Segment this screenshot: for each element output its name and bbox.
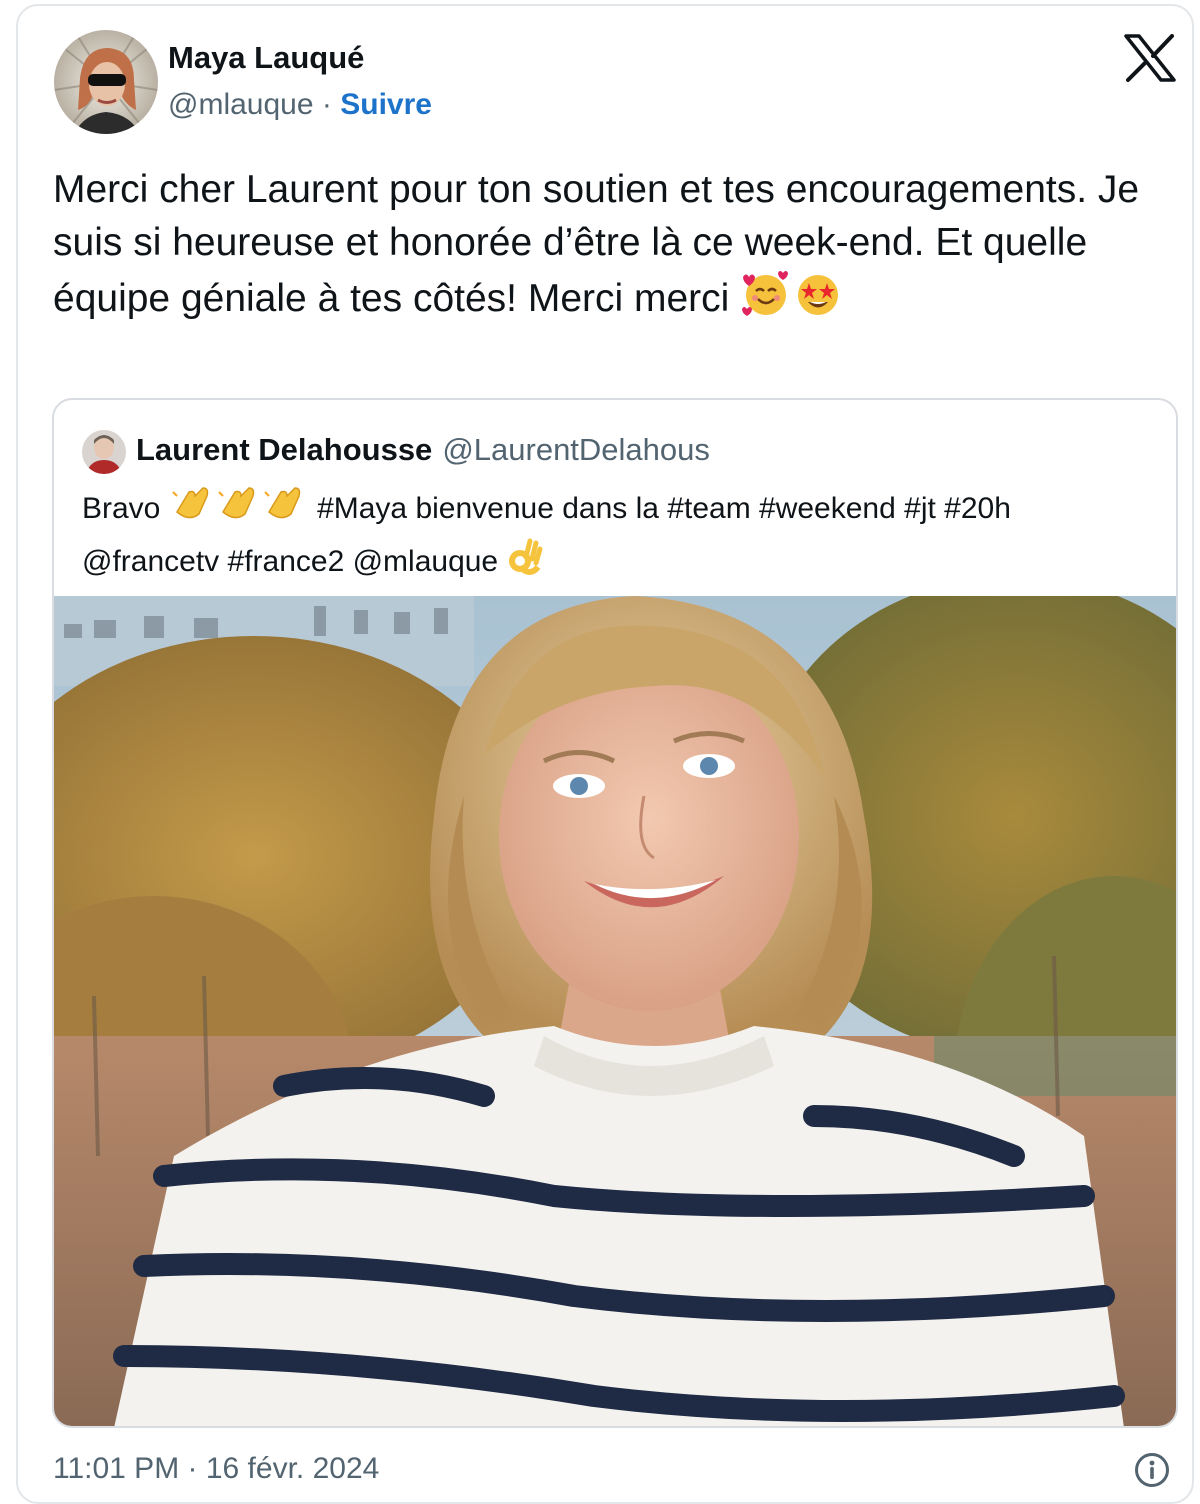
ok-hand-icon bbox=[506, 537, 544, 590]
clapping-hands-icon bbox=[169, 484, 309, 537]
timestamp[interactable]: 11:01 PM · 16 févr. 2024 bbox=[53, 1452, 379, 1486]
author-handle-row: @mlauque · Suivre bbox=[168, 88, 432, 122]
quoted-author-row: Laurent Delahousse @LaurentDelahous bbox=[136, 432, 710, 468]
quoted-author-handle[interactable]: @LaurentDelahous bbox=[442, 432, 710, 467]
follow-button[interactable]: Suivre bbox=[340, 88, 432, 121]
tweet-body: Merci cher Laurent pour ton soutien et t… bbox=[53, 168, 1140, 320]
tweet-text: Merci cher Laurent pour ton soutien et t… bbox=[53, 164, 1163, 332]
info-icon[interactable] bbox=[1134, 1452, 1170, 1488]
quoted-author-name[interactable]: Laurent Delahousse bbox=[136, 432, 432, 467]
quoted-text-start: Bravo bbox=[82, 492, 161, 525]
separator: · bbox=[321, 88, 332, 121]
quoted-author-avatar[interactable] bbox=[82, 430, 126, 474]
smiling-face-with-hearts-icon bbox=[740, 269, 792, 332]
quoted-tweet-text: Bravo #Maya bienvenue dans la #team #wee… bbox=[82, 484, 1152, 590]
quoted-tweet-photo[interactable] bbox=[54, 576, 1176, 1426]
star-struck-icon bbox=[792, 269, 844, 332]
author-name[interactable]: Maya Lauqué bbox=[168, 40, 364, 76]
quoted-tweet[interactable]: Laurent Delahousse @LaurentDelahous Bravo… bbox=[52, 398, 1178, 1428]
x-logo-icon[interactable] bbox=[1124, 34, 1176, 82]
author-avatar[interactable] bbox=[54, 30, 158, 134]
author-handle[interactable]: @mlauque bbox=[168, 88, 314, 121]
